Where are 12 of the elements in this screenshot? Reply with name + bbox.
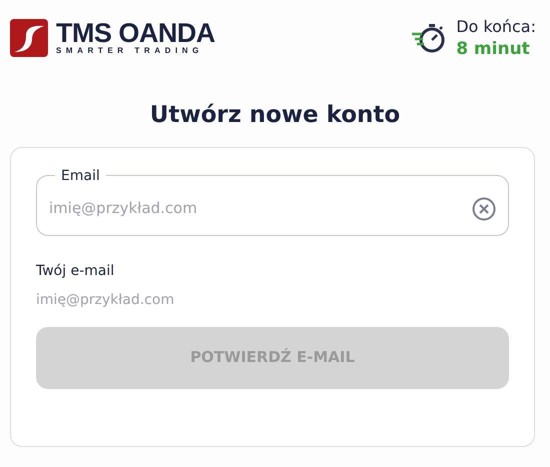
summary-value: imię@przykład.com bbox=[36, 290, 176, 310]
page-title: Utwórz nowe konto bbox=[150, 101, 400, 130]
brand-name: TMS OANDA bbox=[56, 20, 215, 46]
email-input-field[interactable]: imię@przykład.com bbox=[49, 197, 464, 220]
stopwatch-icon bbox=[412, 21, 446, 55]
timer-label: Do końca: bbox=[456, 16, 536, 38]
clear-icon[interactable] bbox=[472, 196, 496, 220]
summary-label: Twój e-mail bbox=[36, 262, 116, 280]
timer-value: 8 minut bbox=[456, 38, 531, 60]
email-field-label: Email bbox=[60, 166, 101, 186]
brand-tagline: SMARTER TRADING bbox=[56, 46, 204, 56]
logo-icon bbox=[10, 19, 48, 57]
